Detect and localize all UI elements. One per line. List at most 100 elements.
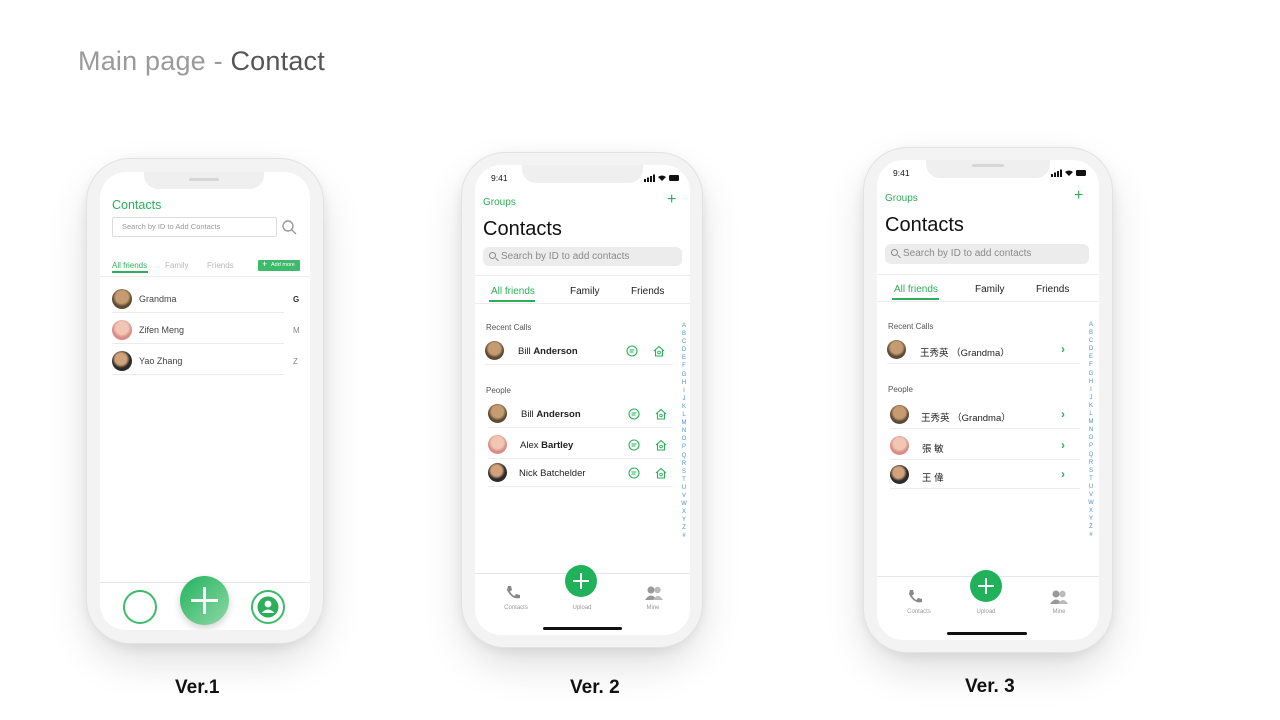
message-icon[interactable] [626, 345, 638, 357]
index-letter[interactable]: G [680, 371, 688, 379]
index-letter[interactable]: T [680, 476, 688, 484]
tab-all-friends[interactable]: All friends [112, 261, 147, 270]
home-icon[interactable] [655, 408, 667, 420]
tab-mine-button[interactable] [251, 590, 285, 624]
chevron-right-icon[interactable]: › [1061, 342, 1065, 356]
index-letter[interactable]: U [680, 484, 688, 492]
tab-friends[interactable]: Friends [1036, 284, 1069, 295]
tab-contacts-button[interactable] [123, 590, 157, 624]
index-letter[interactable]: V [1087, 491, 1095, 499]
index-letter[interactable]: C [1087, 337, 1095, 345]
list-item[interactable]: 王秀英 （Grandma） › [890, 401, 1080, 429]
add-button[interactable] [180, 576, 229, 625]
list-item[interactable]: 王秀英 （Grandma） › [887, 336, 1080, 364]
index-letter[interactable]: Q [1087, 451, 1095, 459]
message-icon[interactable] [628, 467, 640, 479]
index-letter[interactable]: B [680, 330, 688, 338]
index-letter[interactable]: E [1087, 353, 1095, 361]
search-input[interactable]: Search by ID to add contacts [885, 244, 1089, 264]
index-letter[interactable]: R [1087, 459, 1095, 467]
index-letter[interactable]: E [680, 354, 688, 362]
tab-family[interactable]: Family [975, 284, 1004, 295]
tab-friends[interactable]: Friends [631, 286, 664, 297]
people-icon[interactable] [1049, 589, 1069, 605]
groups-link[interactable]: Groups [885, 193, 918, 204]
tab-all-friends[interactable]: All friends [894, 284, 938, 295]
home-icon[interactable] [655, 467, 667, 479]
list-item[interactable]: Nick Batchelder [488, 459, 673, 487]
list-item[interactable]: 王 偉 › [890, 461, 1080, 489]
search-icon[interactable] [282, 220, 297, 235]
list-item[interactable]: Bill Anderson [488, 400, 673, 428]
list-item[interactable]: 張 敏 › [890, 432, 1080, 460]
list-item[interactable]: Yao Zhang [112, 347, 284, 375]
index-letter[interactable]: F [1087, 361, 1095, 369]
home-icon[interactable] [653, 345, 665, 357]
index-letter[interactable]: I [1087, 386, 1095, 394]
index-letter[interactable]: I [680, 387, 688, 395]
add-more-button[interactable]: + Add more [258, 259, 300, 271]
index-letter[interactable]: Y [680, 516, 688, 524]
index-letter[interactable]: Q [680, 452, 688, 460]
index-letter[interactable]: Z [1087, 523, 1095, 531]
index-letter[interactable]: B [1087, 329, 1095, 337]
list-item[interactable]: Bill Anderson [485, 337, 673, 365]
index-letter[interactable]: L [680, 411, 688, 419]
chevron-right-icon[interactable]: › [1061, 438, 1065, 452]
upload-button[interactable] [565, 565, 597, 597]
home-icon[interactable] [655, 439, 667, 451]
index-letter[interactable]: O [680, 435, 688, 443]
index-letter[interactable]: N [1087, 426, 1095, 434]
index-letter[interactable]: X [1087, 507, 1095, 515]
index-letter[interactable]: W [680, 500, 688, 508]
tab-friends[interactable]: Friends [207, 261, 234, 270]
index-letter[interactable]: A [1087, 321, 1095, 329]
tab-family[interactable]: Family [165, 261, 189, 270]
index-letter[interactable]: K [1087, 402, 1095, 410]
index-letter[interactable]: N [680, 427, 688, 435]
index-letter[interactable]: # [1087, 531, 1095, 539]
chevron-right-icon[interactable]: › [1061, 407, 1065, 421]
list-item[interactable]: Alex Bartley [488, 431, 673, 459]
index-letter[interactable]: D [680, 346, 688, 354]
index-letter[interactable]: J [680, 395, 688, 403]
index-letter[interactable]: F [680, 362, 688, 370]
upload-button[interactable] [970, 570, 1002, 602]
alphabet-index[interactable]: A B C D E F G H I J K L M N O P Q R S T U V W X Y Z # [1087, 321, 1095, 540]
index-letter[interactable]: A [680, 322, 688, 330]
index-letter[interactable]: S [1087, 467, 1095, 475]
index-letter[interactable]: U [1087, 483, 1095, 491]
add-contact-icon[interactable]: + [1074, 187, 1083, 205]
index-letter[interactable]: C [680, 338, 688, 346]
index-letter[interactable]: K [680, 403, 688, 411]
index-letter[interactable]: M [1087, 418, 1095, 426]
index-letter[interactable]: V [680, 492, 688, 500]
message-icon[interactable] [628, 408, 640, 420]
index-letter[interactable]: T [1087, 475, 1095, 483]
index-letter[interactable]: M [680, 419, 688, 427]
search-input[interactable]: Search by ID to Add Contacts [112, 217, 277, 237]
index-letter[interactable]: # [680, 532, 688, 540]
groups-link[interactable]: Groups [483, 197, 516, 208]
tab-family[interactable]: Family [570, 286, 599, 297]
index-letter[interactable]: D [1087, 345, 1095, 353]
index-letter[interactable]: W [1087, 499, 1095, 507]
phone-icon[interactable] [906, 588, 924, 606]
chevron-right-icon[interactable]: › [1061, 467, 1065, 481]
index-letter[interactable]: S [680, 468, 688, 476]
index-letter[interactable]: P [680, 443, 688, 451]
people-icon[interactable] [644, 585, 664, 601]
add-contact-icon[interactable]: + [667, 191, 676, 209]
index-letter[interactable]: L [1087, 410, 1095, 418]
list-item[interactable]: Zifen Meng [112, 316, 284, 344]
search-input[interactable]: Search by ID to add contacts [483, 247, 682, 266]
index-letter[interactable]: R [680, 460, 688, 468]
index-letter[interactable]: Y [1087, 515, 1095, 523]
index-letter[interactable]: Z [680, 524, 688, 532]
list-item[interactable]: Grandma [112, 285, 284, 313]
index-letter[interactable]: J [1087, 394, 1095, 402]
index-letter[interactable]: X [680, 508, 688, 516]
index-letter[interactable]: G [1087, 370, 1095, 378]
index-letter[interactable]: P [1087, 442, 1095, 450]
phone-icon[interactable] [504, 584, 522, 602]
